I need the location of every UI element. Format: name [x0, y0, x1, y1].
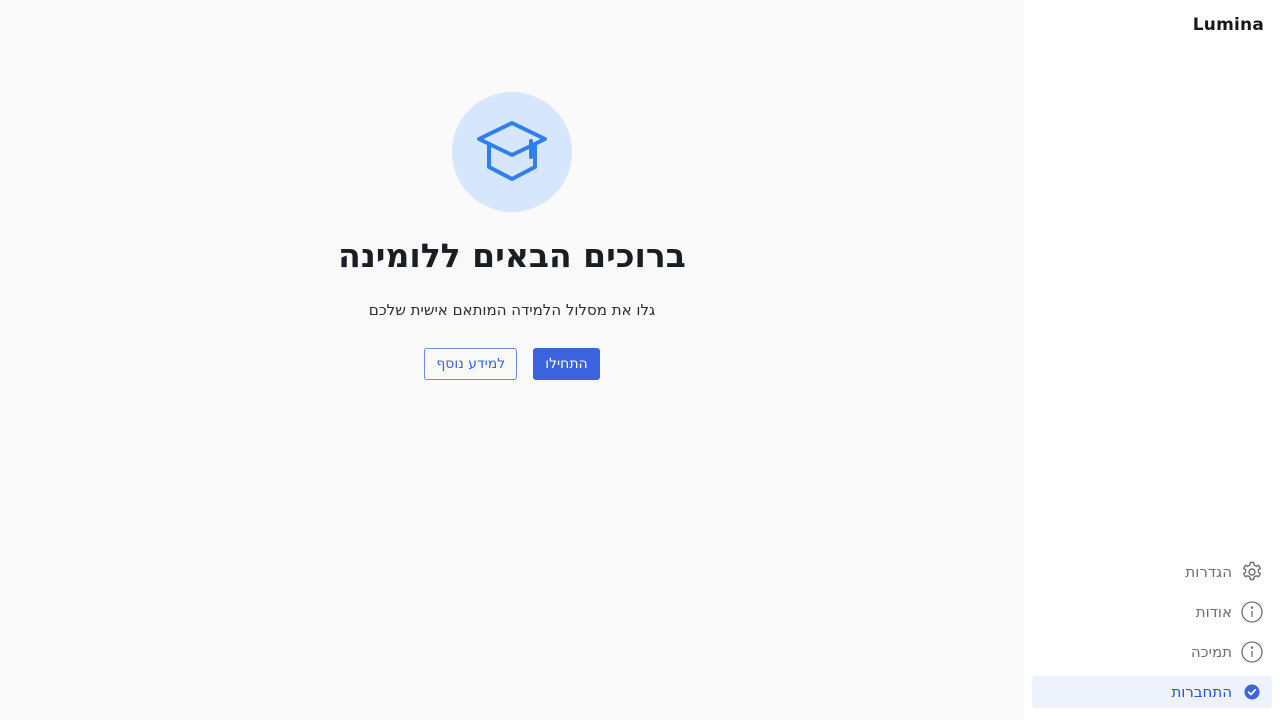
app-window: ברוכים הבאים ללומינה גלו את מסלול הלמידה…: [0, 0, 1280, 720]
hero-actions: התחילו למידע נוסף: [0, 348, 1024, 380]
sidebar-item-label: תמיכה: [1190, 643, 1232, 661]
info-icon: [1240, 640, 1264, 664]
page-subtitle: גלו את מסלול הלמידה המותאם אישית שלכם: [368, 301, 656, 319]
main-content: ברוכים הבאים ללומינה גלו את מסלול הלמידה…: [0, 0, 1024, 720]
hero-badge: [452, 92, 572, 212]
sidebar-item-login[interactable]: התחברות: [1032, 676, 1272, 708]
sidebar-item-settings[interactable]: הגדרות: [1032, 556, 1272, 588]
check-circle-icon: [1244, 684, 1260, 700]
info-icon: [1240, 600, 1264, 624]
sidebar-item-label: התחברות: [1171, 683, 1232, 701]
sidebar: Lumina הגדרות אודות תמיכה התחברות: [1024, 0, 1280, 720]
gear-icon: [1240, 560, 1264, 584]
sidebar-item-about[interactable]: אודות: [1032, 596, 1272, 628]
sidebar-item-label: הגדרות: [1185, 563, 1232, 581]
sidebar-nav: הגדרות אודות תמיכה התחברות: [1032, 556, 1272, 716]
learn-more-button[interactable]: למידע נוסף: [424, 348, 518, 380]
sidebar-item-label: אודות: [1195, 603, 1232, 621]
get-started-button[interactable]: התחילו: [533, 348, 600, 380]
app-logo: Lumina: [1192, 15, 1264, 35]
sidebar-item-support[interactable]: תמיכה: [1032, 636, 1272, 668]
graduation-cap-icon: [477, 121, 547, 181]
page-title: ברוכים הבאים ללומינה: [338, 236, 686, 275]
